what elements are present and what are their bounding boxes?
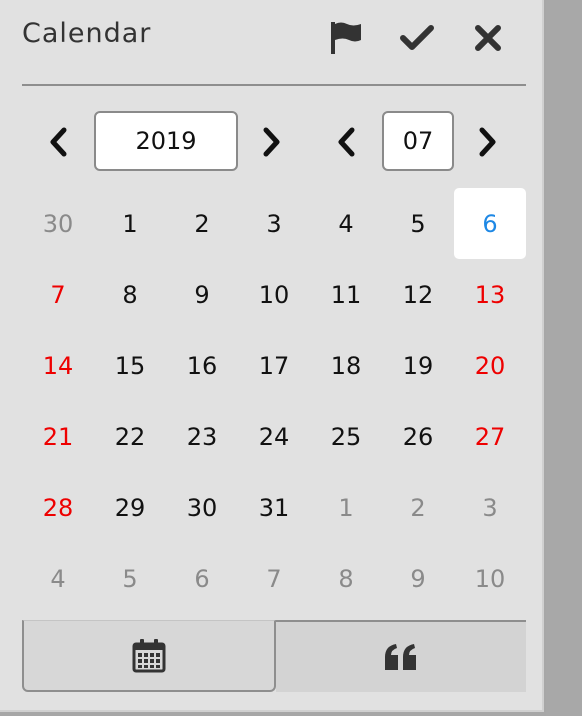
day-cell[interactable]: 16 [166, 330, 238, 401]
day-cell[interactable]: 20 [454, 330, 526, 401]
day-cell[interactable]: 9 [166, 259, 238, 330]
day-cell[interactable]: 17 [238, 330, 310, 401]
calendar-panel: Calendar 2019 07 30 1 2 3 4 5 6 7 8 9 10… [0, 0, 544, 712]
day-cell[interactable]: 8 [310, 543, 382, 614]
chevron-left-icon [50, 127, 67, 157]
calendar-header: Calendar [22, 0, 526, 86]
day-cell[interactable]: 12 [382, 259, 454, 330]
day-cell[interactable]: 10 [238, 259, 310, 330]
flag-button[interactable] [326, 18, 366, 58]
prev-year-button[interactable] [40, 112, 76, 172]
day-cell[interactable]: 1 [310, 472, 382, 543]
day-cell[interactable]: 7 [22, 259, 94, 330]
quote-icon [385, 644, 416, 670]
day-cell[interactable]: 29 [94, 472, 166, 543]
day-cell[interactable]: 30 [166, 472, 238, 543]
day-cell[interactable]: 7 [238, 543, 310, 614]
calendar-icon [132, 638, 166, 672]
day-cell[interactable]: 1 [94, 188, 166, 259]
day-cell[interactable]: 9 [382, 543, 454, 614]
day-cell[interactable]: 18 [310, 330, 382, 401]
day-cell[interactable]: 27 [454, 401, 526, 472]
chevron-right-icon [263, 127, 280, 157]
day-cell[interactable]: 14 [22, 330, 94, 401]
day-cell[interactable]: 2 [382, 472, 454, 543]
check-icon [400, 25, 434, 50]
next-year-button[interactable] [254, 112, 290, 172]
day-cell-today[interactable]: 6 [454, 188, 526, 259]
close-button[interactable] [468, 18, 508, 58]
day-cell[interactable]: 26 [382, 401, 454, 472]
prev-month-button[interactable] [328, 112, 364, 172]
week-row: 28 29 30 31 1 2 3 [22, 472, 526, 543]
day-cell[interactable]: 6 [166, 543, 238, 614]
week-row: 30 1 2 3 4 5 6 [22, 188, 526, 259]
day-cell[interactable]: 4 [310, 188, 382, 259]
day-cell[interactable]: 22 [94, 401, 166, 472]
day-cell[interactable]: 31 [238, 472, 310, 543]
day-cell[interactable]: 2 [166, 188, 238, 259]
day-cell[interactable]: 5 [94, 543, 166, 614]
chevron-left-icon [338, 127, 355, 157]
day-cell[interactable]: 25 [310, 401, 382, 472]
day-cell[interactable]: 11 [310, 259, 382, 330]
days-grid: 30 1 2 3 4 5 6 7 8 9 10 11 12 13 14 15 16 17 18 19 20 21 22 23 2… [22, 188, 526, 614]
day-cell[interactable]: 15 [94, 330, 166, 401]
flag-icon [331, 22, 361, 54]
close-icon [475, 25, 501, 51]
week-row: 7 8 9 10 11 12 13 [22, 259, 526, 330]
chevron-right-icon [479, 127, 496, 157]
tab-quote[interactable] [276, 620, 526, 692]
year-input[interactable]: 2019 [94, 111, 238, 171]
confirm-button[interactable] [397, 18, 437, 58]
day-cell[interactable]: 5 [382, 188, 454, 259]
day-cell[interactable]: 8 [94, 259, 166, 330]
day-cell[interactable]: 3 [238, 188, 310, 259]
month-input[interactable]: 07 [382, 111, 454, 171]
day-cell[interactable]: 10 [454, 543, 526, 614]
tab-calendar[interactable] [22, 620, 276, 692]
day-cell[interactable]: 21 [22, 401, 94, 472]
page-title: Calendar [22, 18, 152, 49]
day-cell[interactable]: 23 [166, 401, 238, 472]
day-cell[interactable]: 4 [22, 543, 94, 614]
week-row: 4 5 6 7 8 9 10 [22, 543, 526, 614]
window-edge [546, 0, 582, 716]
day-cell[interactable]: 28 [22, 472, 94, 543]
footer-tabs [22, 620, 526, 694]
week-row: 14 15 16 17 18 19 20 [22, 330, 526, 401]
next-month-button[interactable] [470, 112, 506, 172]
week-row: 21 22 23 24 25 26 27 [22, 401, 526, 472]
day-cell[interactable]: 19 [382, 330, 454, 401]
day-cell[interactable]: 30 [22, 188, 94, 259]
day-cell[interactable]: 3 [454, 472, 526, 543]
day-cell[interactable]: 13 [454, 259, 526, 330]
day-cell[interactable]: 24 [238, 401, 310, 472]
